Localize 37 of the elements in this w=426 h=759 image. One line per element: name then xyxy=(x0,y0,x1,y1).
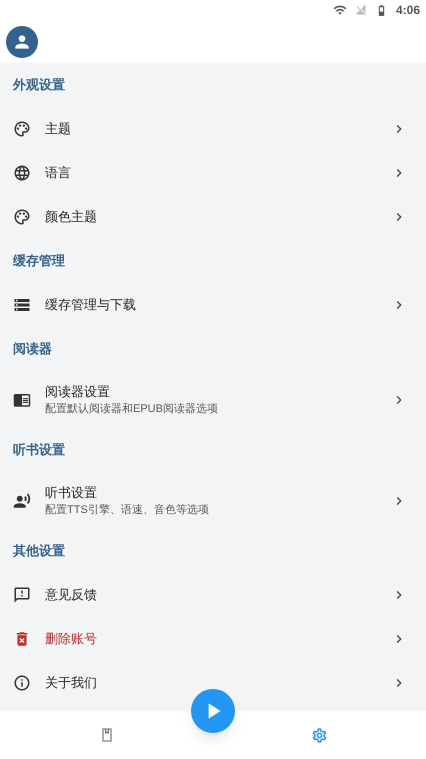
settings-item[interactable]: 删除账号 xyxy=(0,617,426,661)
section-title: 缓存管理 xyxy=(13,252,65,270)
avatar-button[interactable] xyxy=(6,26,38,58)
info-icon xyxy=(13,674,31,692)
section-title: 听书设置 xyxy=(13,441,65,460)
settings-item[interactable]: 阅读器设置 配置默认阅读器和EPUB阅读器选项 xyxy=(0,371,426,428)
settings-item[interactable]: 关于我们 xyxy=(0,661,426,705)
item-label: 删除账号 xyxy=(45,630,98,648)
settings-item[interactable]: 颜色主题 xyxy=(0,195,426,239)
item-label: 听书设置 xyxy=(45,484,98,502)
item-subtitle: 配置默认阅读器和EPUB阅读器选项 xyxy=(45,402,219,417)
play-button[interactable] xyxy=(191,689,235,733)
wifi-icon xyxy=(332,3,347,17)
section-title: 阅读器 xyxy=(13,340,52,358)
storage-icon xyxy=(13,296,31,314)
settings-item[interactable]: 语言 xyxy=(0,151,426,195)
item-label: 关于我们 xyxy=(45,674,98,692)
item-label: 颜色主题 xyxy=(45,208,98,226)
status-time: 4:06 xyxy=(396,2,420,19)
settings-item[interactable]: 缓存管理与下载 xyxy=(0,283,426,327)
item-label: 阅读器设置 xyxy=(45,382,111,400)
item-label: 意见反馈 xyxy=(45,586,98,604)
globe-icon xyxy=(13,164,31,182)
speaking-person-icon xyxy=(13,492,31,510)
item-subtitle: 配置TTS引擎、语速、音色等选项 xyxy=(45,502,210,518)
section-title: 外观设置 xyxy=(13,76,65,94)
settings-item[interactable]: 意见反馈 xyxy=(0,573,426,617)
settings-item[interactable]: 主题 xyxy=(0,107,426,151)
section-title: 其他设置 xyxy=(13,542,65,560)
item-label: 缓存管理与下载 xyxy=(45,296,137,314)
settings-item[interactable]: 听书设置 配置TTS引擎、语速、音色等选项 xyxy=(0,472,426,529)
palette-icon xyxy=(13,120,31,138)
item-label: 主题 xyxy=(45,120,72,138)
no-signal-icon xyxy=(354,4,367,16)
feedback-icon xyxy=(13,586,31,604)
palette-icon xyxy=(13,208,31,226)
item-label: 语言 xyxy=(45,164,72,182)
